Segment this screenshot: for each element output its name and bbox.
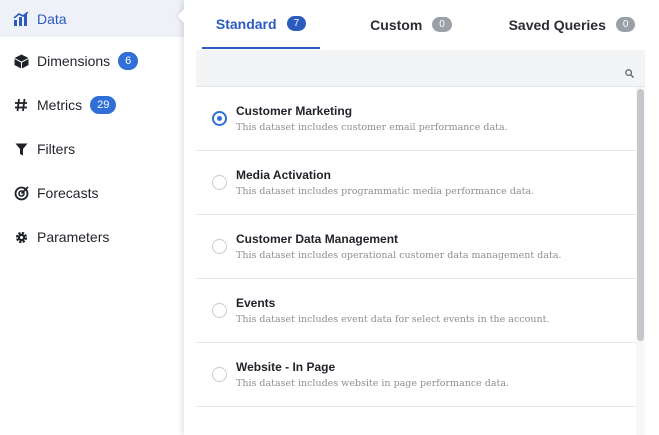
tab-label: Standard xyxy=(215,15,277,32)
sidebar-item-data[interactable]: Data xyxy=(0,0,184,37)
hash-icon xyxy=(13,97,29,113)
dataset-title: Customer Marketing xyxy=(236,104,353,118)
scrollbar-thumb[interactable] xyxy=(637,89,644,341)
gear-icon xyxy=(13,229,29,245)
dataset-row-customer-data-management[interactable]: Customer Data Management This dataset in… xyxy=(196,215,637,279)
search-bar xyxy=(196,50,645,87)
dataset-row-customer-marketing[interactable]: Customer Marketing This dataset includes… xyxy=(196,87,637,151)
dataset-title: Website - In Page xyxy=(236,360,336,374)
dataset-row-website-in-page[interactable]: Website - In Page This dataset includes … xyxy=(196,343,637,407)
count-badge: 6 xyxy=(118,52,139,70)
dataset-title: Customer Data Management xyxy=(236,232,399,246)
dataset-description: This dataset includes programmatic media… xyxy=(236,186,535,197)
tab-label: Custom xyxy=(370,16,423,33)
sidebar-item-label: Metrics xyxy=(37,97,83,113)
panel-pointer xyxy=(177,8,185,24)
tab-count-badge: 0 xyxy=(615,17,636,32)
dataset-description: This dataset includes event data for sel… xyxy=(236,314,550,325)
tab-count-badge: 7 xyxy=(286,16,307,31)
sidebar-item-parameters[interactable]: Parameters xyxy=(0,217,184,257)
tab-custom[interactable]: Custom 0 xyxy=(356,0,466,49)
forecast-icon xyxy=(13,185,29,201)
radio-button[interactable] xyxy=(212,367,227,382)
sidebar: Data Dimensions 6 Metrics 29 Filters For… xyxy=(0,0,184,435)
dataset-list: Customer Marketing This dataset includes… xyxy=(196,87,637,435)
sidebar-item-label: Filters xyxy=(37,141,76,157)
chart-icon xyxy=(13,11,29,27)
search-icon[interactable] xyxy=(625,65,634,83)
dataset-title: Events xyxy=(236,296,276,310)
tab-count-badge: 0 xyxy=(432,17,452,32)
dataset-description: This dataset includes operational custom… xyxy=(236,250,562,261)
dataset-row-events[interactable]: Events This dataset includes event data … xyxy=(196,279,637,343)
sidebar-item-forecasts[interactable]: Forecasts xyxy=(0,173,184,213)
radio-button[interactable] xyxy=(212,111,227,126)
tab-bar: Standard 7 Custom 0 Saved Queries 0 xyxy=(184,0,659,50)
sidebar-item-label: Data xyxy=(37,10,67,27)
search-input[interactable] xyxy=(196,50,616,87)
sidebar-item-metrics[interactable]: Metrics 29 xyxy=(0,85,184,125)
dataset-description: This dataset includes website in page pe… xyxy=(236,378,510,389)
dataset-row-media-activation[interactable]: Media Activation This dataset includes p… xyxy=(196,151,637,215)
sidebar-item-label: Parameters xyxy=(37,229,110,245)
tab-label: Saved Queries xyxy=(508,16,606,33)
sidebar-item-filters[interactable]: Filters xyxy=(0,129,184,169)
dataset-title: Media Activation xyxy=(236,168,331,182)
tab-standard[interactable]: Standard 7 xyxy=(202,0,320,49)
dataset-description: This dataset includes customer email per… xyxy=(236,122,508,133)
sidebar-item-label: Dimensions xyxy=(37,53,111,69)
count-badge: 29 xyxy=(90,96,117,114)
tab-saved-queries[interactable]: Saved Queries 0 xyxy=(502,0,642,49)
radio-button[interactable] xyxy=(212,239,227,254)
radio-button[interactable] xyxy=(212,303,227,318)
radio-button[interactable] xyxy=(212,175,227,190)
filter-icon xyxy=(13,141,29,157)
dataset-panel: Standard 7 Custom 0 Saved Queries 0 Cust… xyxy=(184,0,659,435)
sidebar-item-dimensions[interactable]: Dimensions 6 xyxy=(0,41,184,81)
cube-icon xyxy=(13,53,29,69)
sidebar-item-label: Forecasts xyxy=(37,185,99,201)
